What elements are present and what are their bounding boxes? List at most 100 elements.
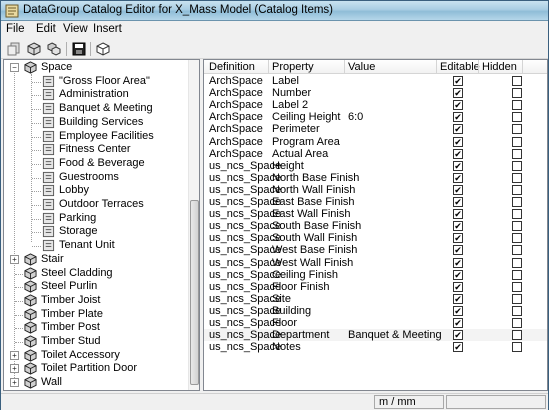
- copy-icon[interactable]: [5, 40, 23, 58]
- table-row[interactable]: ArchSpace Program Area ✔: [204, 136, 547, 148]
- tree-item[interactable]: Lobby: [4, 184, 186, 198]
- editable-checkbox[interactable]: ✔: [453, 160, 463, 171]
- tree-item[interactable]: Steel Cladding: [4, 267, 186, 281]
- hidden-checkbox[interactable]: [512, 318, 522, 328]
- hidden-checkbox[interactable]: [512, 342, 522, 353]
- hidden-checkbox[interactable]: [512, 305, 522, 316]
- editable-checkbox[interactable]: ✔: [453, 293, 463, 304]
- editable-checkbox[interactable]: ✔: [453, 318, 463, 328]
- catalog-tree[interactable]: − Space "Gross Floor Area" Administration Ba…: [3, 59, 200, 391]
- editable-checkbox[interactable]: ✔: [453, 112, 463, 123]
- tree-item[interactable]: Banquet & Meeting: [4, 102, 186, 116]
- editable-checkbox[interactable]: ✔: [453, 172, 463, 183]
- editable-checkbox[interactable]: ✔: [453, 76, 463, 86]
- tree-scrollbar[interactable]: [188, 60, 199, 390]
- table-row[interactable]: ArchSpace Actual Area ✔: [204, 148, 547, 160]
- table-row[interactable]: us_ncs_Space Height ✔: [204, 160, 547, 172]
- table-row[interactable]: us_ncs_Space West Base Finish ✔: [204, 244, 547, 256]
- table-row[interactable]: us_ncs_Space Site ✔: [204, 293, 547, 305]
- hidden-checkbox[interactable]: [512, 148, 522, 159]
- cube-icon[interactable]: [25, 40, 43, 58]
- hidden-checkbox[interactable]: [512, 330, 522, 341]
- hidden-checkbox[interactable]: [512, 88, 522, 99]
- editable-checkbox[interactable]: ✔: [453, 148, 463, 159]
- tree-item[interactable]: Parking: [4, 212, 186, 226]
- editable-checkbox[interactable]: ✔: [453, 305, 463, 316]
- tree-item[interactable]: Timber Post: [4, 321, 186, 335]
- editable-checkbox[interactable]: ✔: [453, 330, 463, 341]
- hidden-checkbox[interactable]: [512, 100, 522, 111]
- tree-item[interactable]: Timber Joist: [4, 294, 186, 308]
- tree-item[interactable]: "Gross Floor Area": [4, 75, 186, 89]
- hidden-checkbox[interactable]: [512, 184, 522, 195]
- tree-item[interactable]: + Stair: [4, 253, 186, 267]
- table-row[interactable]: us_ncs_Space North Base Finish ✔: [204, 172, 547, 184]
- tree-item[interactable]: + Toilet Partition Door: [4, 362, 186, 376]
- hidden-checkbox[interactable]: [512, 160, 522, 171]
- column-header-editable[interactable]: Editable: [437, 61, 480, 73]
- table-row[interactable]: us_ncs_Space West Wall Finish ✔: [204, 257, 547, 269]
- hidden-checkbox[interactable]: [512, 293, 522, 304]
- table-row[interactable]: us_ncs_Space Floor Finish ✔: [204, 281, 547, 293]
- expand-icon[interactable]: +: [10, 378, 19, 388]
- table-row[interactable]: ArchSpace Ceiling Height 6:0 ✔: [204, 111, 547, 123]
- table-row[interactable]: us_ncs_Space North Wall Finish ✔: [204, 184, 547, 196]
- tree-item[interactable]: Administration: [4, 88, 186, 102]
- collapse-icon[interactable]: −: [10, 63, 19, 72]
- menu-edit[interactable]: Edit: [36, 23, 56, 35]
- table-row[interactable]: us_ncs_Space East Base Finish ✔: [204, 196, 547, 208]
- tree-item[interactable]: Building Services: [4, 116, 186, 130]
- hidden-checkbox[interactable]: [512, 257, 522, 268]
- table-row[interactable]: ArchSpace Number ✔: [204, 87, 547, 99]
- menu-file[interactable]: File: [6, 23, 25, 35]
- editable-checkbox[interactable]: ✔: [453, 184, 463, 195]
- expand-icon[interactable]: +: [10, 254, 19, 264]
- editable-checkbox[interactable]: ✔: [453, 209, 463, 220]
- hidden-checkbox[interactable]: [512, 124, 522, 135]
- hidden-checkbox[interactable]: [512, 209, 522, 220]
- tree-item[interactable]: Steel Purlin: [4, 280, 186, 294]
- column-header-hidden[interactable]: Hidden: [479, 61, 517, 73]
- hidden-checkbox[interactable]: [512, 197, 522, 207]
- tree-item[interactable]: Employee Facilities: [4, 130, 186, 144]
- table-row[interactable]: us_ncs_Space Floor ✔: [204, 317, 547, 329]
- hidden-checkbox[interactable]: [512, 233, 522, 244]
- hidden-checkbox[interactable]: [512, 136, 522, 147]
- column-header-definition[interactable]: Definition: [206, 61, 255, 73]
- save-icon[interactable]: [70, 40, 88, 58]
- tree-item[interactable]: Storage: [4, 225, 186, 239]
- expand-icon[interactable]: +: [10, 350, 19, 360]
- tree-scrollbar-thumb[interactable]: [190, 200, 199, 385]
- table-row[interactable]: ArchSpace Perimeter ✔: [204, 123, 547, 135]
- hidden-checkbox[interactable]: [512, 76, 522, 86]
- expand-icon[interactable]: +: [10, 364, 19, 374]
- menu-view[interactable]: View: [63, 23, 88, 35]
- editable-checkbox[interactable]: ✔: [453, 245, 463, 256]
- tree-item[interactable]: − Space: [4, 61, 186, 75]
- editable-checkbox[interactable]: ✔: [453, 233, 463, 244]
- value-cell[interactable]: Banquet & Meeting: [345, 329, 442, 341]
- tree-item[interactable]: Fitness Center: [4, 143, 186, 157]
- hidden-checkbox[interactable]: [512, 245, 522, 256]
- editable-checkbox[interactable]: ✔: [453, 136, 463, 147]
- editable-checkbox[interactable]: ✔: [453, 197, 463, 207]
- editable-checkbox[interactable]: ✔: [453, 100, 463, 111]
- column-header-property[interactable]: Property: [269, 61, 314, 73]
- editable-checkbox[interactable]: ✔: [453, 342, 463, 353]
- tree-item[interactable]: Guestrooms: [4, 171, 186, 185]
- hidden-checkbox[interactable]: [512, 269, 522, 280]
- tree-item[interactable]: + Wall: [4, 376, 186, 390]
- editable-checkbox[interactable]: ✔: [453, 88, 463, 99]
- tree-item[interactable]: Food & Beverage: [4, 157, 186, 171]
- hidden-checkbox[interactable]: [512, 172, 522, 183]
- editable-checkbox[interactable]: ✔: [453, 257, 463, 268]
- hidden-checkbox[interactable]: [512, 112, 522, 123]
- editable-checkbox[interactable]: ✔: [453, 281, 463, 292]
- tree-item[interactable]: Timber Plate: [4, 308, 186, 322]
- tree-item[interactable]: Timber Stud: [4, 335, 186, 349]
- hidden-checkbox[interactable]: [512, 221, 522, 232]
- editable-checkbox[interactable]: ✔: [453, 269, 463, 280]
- menu-insert[interactable]: Insert: [93, 23, 122, 35]
- value-cell[interactable]: 6:0: [345, 111, 363, 123]
- table-row[interactable]: us_ncs_Space Building ✔: [204, 305, 547, 317]
